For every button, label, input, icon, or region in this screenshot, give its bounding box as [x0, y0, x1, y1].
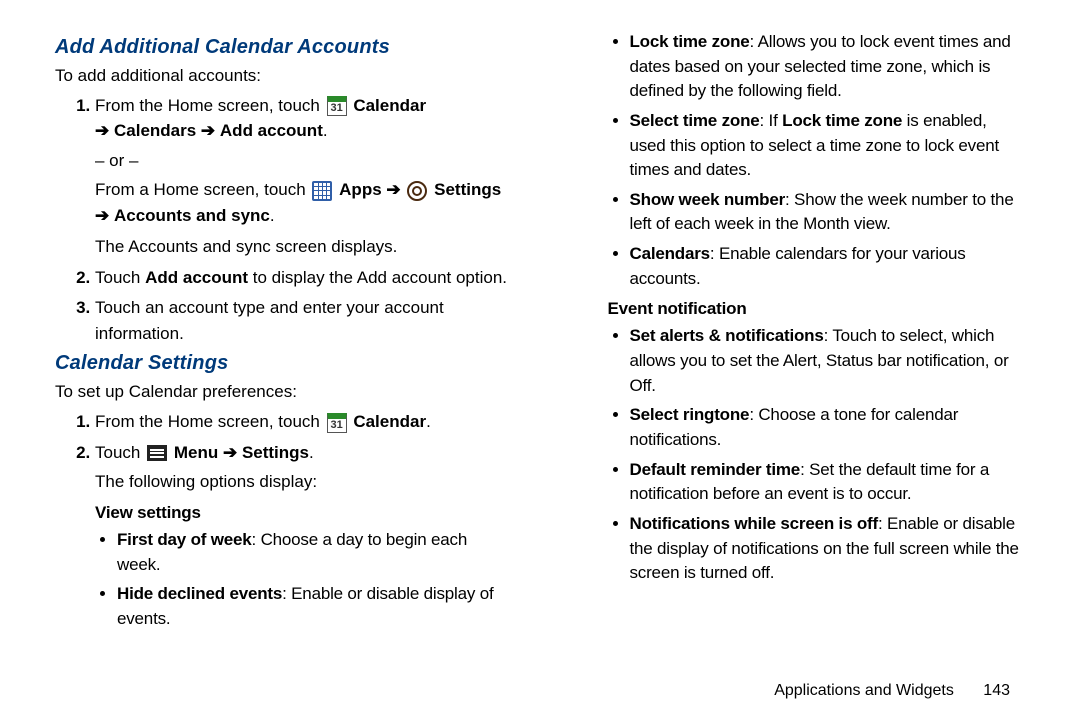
label-apps: Apps — [339, 180, 382, 199]
term: Show week number — [630, 190, 786, 209]
label-add-account: Add account — [220, 121, 323, 140]
heading-calendar-settings: Calendar Settings — [55, 352, 508, 375]
label-menu: Menu — [174, 443, 218, 462]
list-item: First day of week: Choose a day to begin… — [117, 528, 508, 577]
steps-calendar-settings: From the Home screen, touch 31 Calendar.… — [55, 409, 508, 495]
arrow-icon: ➔ — [201, 121, 215, 140]
heading-add-accounts: Add Additional Calendar Accounts — [55, 36, 508, 59]
term: First day of week — [117, 530, 252, 549]
list-item: Hide declined events: Enable or disable … — [117, 582, 508, 631]
term: Select ringtone — [630, 405, 750, 424]
label-add-account: Add account — [145, 268, 248, 287]
term: Default reminder time — [630, 460, 801, 479]
term: Notifications while screen is off — [630, 514, 878, 533]
term: Calendars — [630, 244, 710, 263]
or-divider: – or – — [95, 148, 508, 174]
gear-icon — [407, 181, 427, 201]
bullets-event-notification: Set alerts & notifications: Touch to sel… — [608, 324, 1021, 585]
apps-icon — [312, 181, 332, 201]
label-settings: Settings — [434, 180, 501, 199]
arrow-icon: ➔ — [386, 180, 400, 199]
step-1: From the Home screen, touch 31 Calendar. — [95, 409, 508, 435]
footer-section: Applications and Widgets — [774, 682, 954, 699]
text: Touch — [95, 268, 145, 287]
text: to display the Add account option. — [248, 268, 507, 287]
footer-page-number: 143 — [983, 682, 1010, 699]
step-1: From the Home screen, touch 31 Calendar … — [95, 93, 508, 260]
calendar-icon: 31 — [327, 96, 347, 116]
list-item: Set alerts & notifications: Touch to sel… — [630, 324, 1021, 398]
list-item: Notifications while screen is off: Enabl… — [630, 512, 1021, 586]
arrow-icon: ➔ — [95, 121, 109, 140]
list-item: Select ringtone: Choose a tone for calen… — [630, 403, 1021, 452]
label-calendar: Calendar — [353, 96, 426, 115]
list-item: Show week number: Show the week number t… — [630, 188, 1021, 237]
step2-result: The following options display: — [95, 469, 508, 495]
intro-calendar-settings: To set up Calendar preferences: — [55, 381, 508, 404]
text: From the Home screen, touch — [95, 96, 325, 115]
term: Hide declined events — [117, 584, 282, 603]
step1-result: The Accounts and sync screen displays. — [95, 234, 508, 260]
intro-add-accounts: To add additional accounts: — [55, 65, 508, 88]
text: Touch — [95, 443, 145, 462]
arrow-icon: ➔ — [223, 443, 237, 462]
subhead-view-settings: View settings — [95, 503, 508, 523]
term: Lock time zone — [630, 32, 750, 51]
step-3: Touch an account type and enter your acc… — [95, 295, 508, 346]
label-calendar: Calendar — [353, 412, 426, 431]
desc: : If — [760, 111, 783, 130]
subhead-event-notification: Event notification — [608, 299, 1021, 319]
list-item: Default reminder time: Set the default t… — [630, 458, 1021, 507]
label-settings: Settings — [242, 443, 309, 462]
step-2: Touch Menu ➔ Settings. The following opt… — [95, 440, 508, 495]
term2: Lock time zone — [782, 111, 902, 130]
term: Set alerts & notifications — [630, 326, 824, 345]
text: From the Home screen, touch — [95, 412, 325, 431]
list-item: Calendars: Enable calendars for your var… — [630, 242, 1021, 291]
list-item: Select time zone: If Lock time zone is e… — [630, 109, 1021, 183]
step-2: Touch Add account to display the Add acc… — [95, 265, 508, 291]
arrow-icon: ➔ — [95, 206, 109, 225]
label-calendars: Calendars — [114, 121, 196, 140]
menu-icon — [147, 445, 167, 461]
term: Select time zone — [630, 111, 760, 130]
page-footer: Applications and Widgets 143 — [774, 682, 1010, 700]
list-item: Lock time zone: Allows you to lock event… — [630, 30, 1021, 104]
steps-add-accounts: From the Home screen, touch 31 Calendar … — [55, 93, 508, 347]
text: From a Home screen, touch — [95, 180, 310, 199]
label-accounts-sync: Accounts and sync — [114, 206, 270, 225]
calendar-icon: 31 — [327, 413, 347, 433]
